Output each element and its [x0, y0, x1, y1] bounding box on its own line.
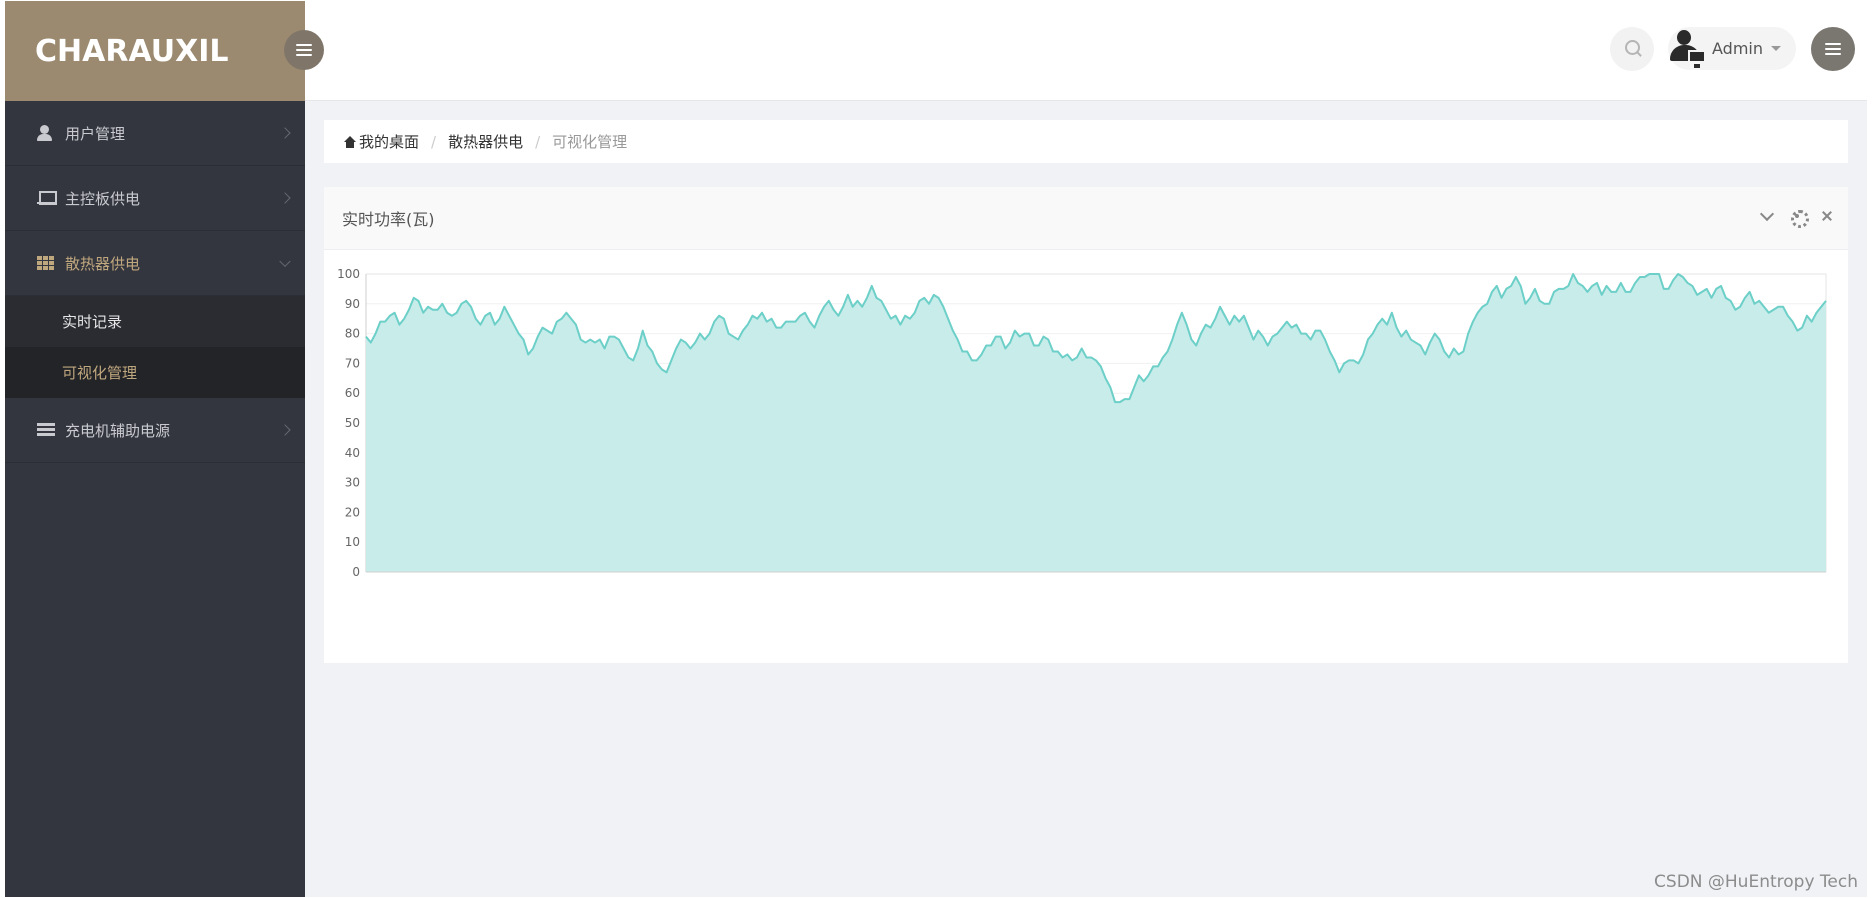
chevron-down-icon — [279, 255, 291, 268]
collapse-chevron-icon[interactable] — [1760, 209, 1774, 223]
y-tick-label: 30 — [345, 476, 360, 490]
home-icon — [343, 135, 357, 148]
y-tick-label: 20 — [345, 505, 360, 519]
menu-icon — [1825, 43, 1841, 55]
panel-title: 实时功率(瓦) — [342, 210, 435, 229]
menu-icon — [296, 44, 312, 56]
sidebar-toggle-button[interactable] — [284, 30, 324, 70]
sidebar-subitem-realtime-records[interactable]: 实时记录 — [5, 296, 305, 347]
y-tick-label: 80 — [345, 327, 360, 341]
breadcrumb-separator: / — [535, 132, 541, 151]
header-menu-button[interactable] — [1811, 27, 1855, 71]
power-chart-svg: 0 10 20 30 40 50 60 70 80 90 100 — [337, 267, 1827, 579]
sidebar-item-label: 用户管理 — [65, 124, 126, 143]
y-tick-label: 0 — [352, 565, 360, 579]
close-icon[interactable] — [1820, 209, 1834, 223]
sidebar-subitem-label: 可视化管理 — [62, 364, 138, 382]
brand-logo: CHARAUXIL — [5, 1, 305, 101]
top-header: Admin — [305, 1, 1867, 101]
avatar — [1668, 28, 1710, 70]
grid-icon — [37, 255, 55, 271]
laptop-icon — [37, 190, 57, 206]
chart-panel: 实时功率(瓦) 0 10 20 30 40 50 60 70 80 90 100 — [324, 187, 1848, 663]
app-frame: CHARAUXIL 用户管理 主控板供电 散热器供电 实时记录 可视化管理 充电… — [5, 1, 1867, 897]
chevron-right-icon — [279, 424, 291, 436]
breadcrumb-home[interactable]: 我的桌面 — [343, 131, 419, 152]
y-tick-label: 40 — [345, 446, 360, 460]
sidebar-subitem-label: 实时记录 — [62, 313, 123, 331]
user-icon — [37, 125, 55, 141]
panel-tools — [1760, 209, 1834, 228]
sidebar-item-label: 充电机辅助电源 — [65, 421, 171, 440]
breadcrumb-section[interactable]: 散热器供电 — [448, 131, 523, 152]
breadcrumb-separator: / — [431, 132, 437, 151]
sidebar-item-mainboard-power[interactable]: 主控板供电 — [5, 166, 305, 231]
y-tick-label: 70 — [345, 356, 360, 370]
caret-down-icon — [1771, 46, 1781, 51]
power-chart: 0 10 20 30 40 50 60 70 80 90 100 — [324, 250, 1848, 663]
breadcrumb-home-label: 我的桌面 — [359, 133, 420, 151]
sidebar-item-charger-aux-power[interactable]: 充电机辅助电源 — [5, 398, 305, 463]
panel-header: 实时功率(瓦) — [324, 187, 1848, 250]
y-tick-label: 50 — [345, 416, 360, 430]
gear-icon[interactable] — [1790, 209, 1809, 228]
y-tick-label: 60 — [345, 386, 360, 400]
chevron-right-icon — [279, 192, 291, 204]
sidebar-item-label: 散热器供电 — [65, 254, 141, 273]
search-button[interactable] — [1610, 27, 1654, 71]
sidebar-item-user-management[interactable]: 用户管理 — [5, 101, 305, 166]
sidebar: CHARAUXIL 用户管理 主控板供电 散热器供电 实时记录 可视化管理 充电… — [5, 1, 305, 897]
y-tick-label: 10 — [345, 535, 360, 549]
breadcrumb-current: 可视化管理 — [552, 133, 628, 151]
user-name: Admin — [1712, 39, 1763, 58]
watermark: CSDN @HuEntropy Tech — [1654, 872, 1858, 892]
breadcrumb: 我的桌面 / 散热器供电 / 可视化管理 — [324, 120, 1848, 163]
brand-name: CHARAUXIL — [35, 33, 229, 69]
sidebar-item-label: 主控板供电 — [65, 189, 141, 208]
server-icon — [37, 422, 55, 438]
y-tick-label: 100 — [337, 267, 360, 281]
sidebar-item-radiator-power[interactable]: 散热器供电 — [5, 231, 305, 296]
chevron-right-icon — [279, 127, 291, 139]
y-tick-label: 90 — [345, 297, 360, 311]
user-menu[interactable]: Admin — [1668, 27, 1796, 70]
sidebar-subitem-visualization[interactable]: 可视化管理 — [5, 347, 305, 398]
area-fill — [366, 274, 1826, 572]
sidebar-submenu: 实时记录 可视化管理 — [5, 296, 305, 398]
